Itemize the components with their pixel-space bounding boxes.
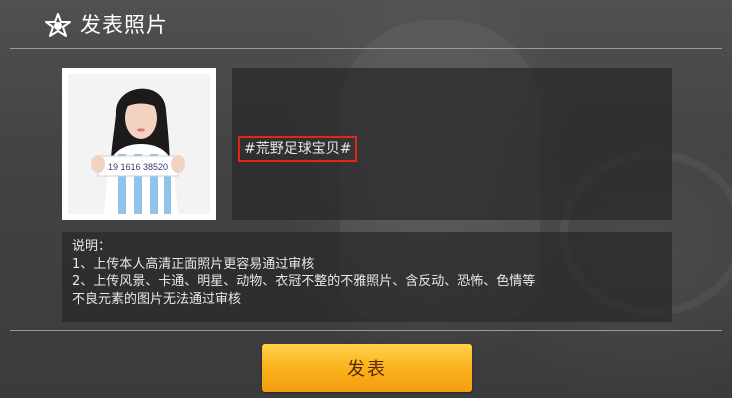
instructions-panel: 说明： 1、上传本人高清正面照片更容易通过审核 2、上传风景、卡通、明星、动物、… [62,232,672,322]
page-title: 发表照片 [80,13,168,37]
instructions-heading: 说明： [72,239,112,254]
instructions-line-1: 1、上传本人高清正面照片更容易通过审核 [72,256,315,272]
instructions-line-2: 2、上传风景、卡通、明星、动物、衣冠不整的不雅照片、含反动、恐怖、色情等 [72,274,536,289]
header: 发表照片 [0,0,732,48]
caption-tag: #荒野足球宝贝# [238,136,358,162]
photo-portrait-image: 19 1616 38520 [68,74,210,214]
instructions-line-3: 不良元素的图片无法通过审核 [72,291,242,307]
footer-divider [10,330,722,331]
uploaded-photo[interactable]: 19 1616 38520 [62,68,216,220]
submit-button[interactable]: 发表 [262,344,472,392]
header-divider [10,48,722,49]
caption-input-area[interactable]: #荒野足球宝贝# [232,68,672,220]
photo-sign-text: 19 1616 38520 [108,162,168,172]
soccer-star-icon [45,13,71,37]
photo-thumbnail: 19 1616 38520 [68,74,210,214]
